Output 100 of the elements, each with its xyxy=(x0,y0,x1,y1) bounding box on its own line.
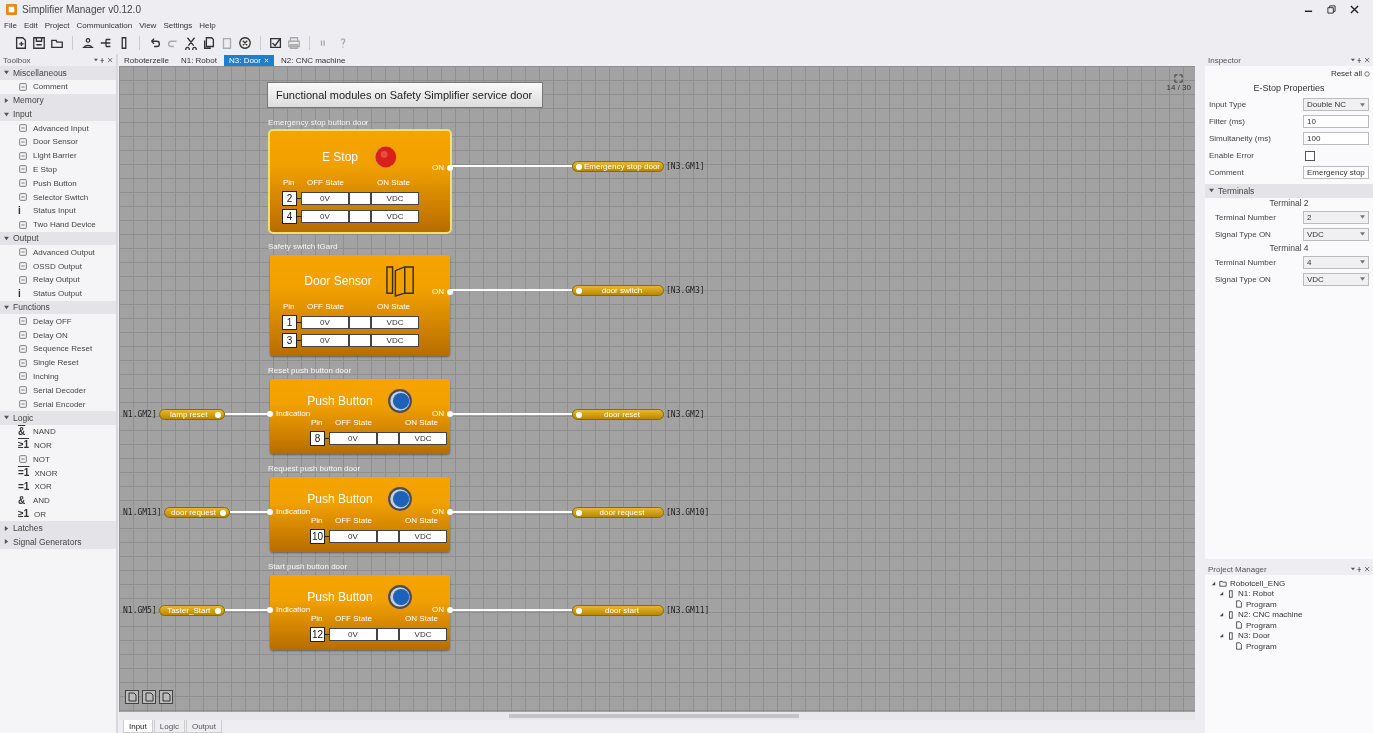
page-icon[interactable] xyxy=(142,690,156,704)
dropdown[interactable]: 4 xyxy=(1303,255,1369,269)
menu-item[interactable]: Edit xyxy=(23,20,38,30)
network-icon[interactable] xyxy=(99,36,113,50)
toolbox-group[interactable]: Latches xyxy=(0,521,116,536)
bottom-tab[interactable]: Output xyxy=(185,720,222,733)
toolbox-item[interactable]: ≥1 OR xyxy=(0,507,116,522)
toolbox-item[interactable]: & AND xyxy=(0,493,116,508)
input-field[interactable]: 100 xyxy=(1303,132,1369,145)
toolbox-item[interactable]: Door Sensor xyxy=(0,135,116,149)
toolbox-item[interactable]: =1 XNOR xyxy=(0,466,116,480)
menu-item[interactable]: Settings xyxy=(163,20,193,30)
delete-icon[interactable] xyxy=(238,36,252,50)
toolbox-item[interactable]: i Status Output xyxy=(0,286,116,301)
input-field[interactable]: 10 xyxy=(1303,115,1369,128)
toolbox-group[interactable]: Input xyxy=(0,107,116,122)
toolbox-item[interactable]: Advanced Output xyxy=(0,245,116,260)
toolbox-item[interactable]: NOT xyxy=(0,452,116,467)
menu-item[interactable]: File xyxy=(4,20,17,30)
toolbox-item[interactable]: & NAND xyxy=(0,424,116,439)
page-icon[interactable] xyxy=(159,690,173,704)
panel-controls-icon[interactable] xyxy=(93,56,113,64)
expand-arrow-icon[interactable] xyxy=(4,539,9,545)
function-module[interactable]: Push Button Indication ON Pin OFF State ON State 12 0V VDC xyxy=(270,575,450,650)
function-module[interactable]: Push Button Indication ON Pin OFF State ON State 8 0V VDC xyxy=(270,379,450,454)
panel-controls-icon[interactable] xyxy=(1350,56,1370,64)
function-module[interactable]: E Stop ON Pin OFF State ON State 2 0V VDC 4 0V VDC xyxy=(270,131,450,232)
checkbox[interactable] xyxy=(1305,150,1315,161)
toolbox-item[interactable]: Push Button xyxy=(0,176,116,191)
toolbox-group[interactable]: Output xyxy=(0,231,116,246)
expand-arrow-icon[interactable] xyxy=(4,525,9,531)
fit-view-icon[interactable] xyxy=(1174,74,1184,83)
toolbox-item[interactable]: Single Reset xyxy=(0,355,116,370)
expand-arrow-icon[interactable] xyxy=(1219,633,1224,639)
tree-item[interactable]: N3: Door xyxy=(1219,630,1367,641)
tree-item[interactable]: N2: CNC machine xyxy=(1219,609,1367,620)
toolbox-item[interactable]: =1 XOR xyxy=(0,479,116,494)
dropdown[interactable]: VDC xyxy=(1303,272,1369,286)
expand-arrow-icon[interactable] xyxy=(4,415,9,421)
page-icon[interactable] xyxy=(125,690,139,704)
close-tab-icon[interactable] xyxy=(263,57,269,63)
panel-controls-icon[interactable] xyxy=(1350,565,1370,573)
menu-item[interactable]: View xyxy=(139,20,157,30)
tree-item[interactable]: N1: Robot xyxy=(1219,588,1367,599)
expand-arrow-icon[interactable] xyxy=(4,111,9,117)
tree-item[interactable]: Robotcell_ENG xyxy=(1211,578,1367,589)
toolbox-group[interactable]: Functions xyxy=(0,300,116,315)
reset-all-link[interactable]: Reset all xyxy=(1330,69,1362,78)
document-tab[interactable]: N1: Robot xyxy=(175,54,222,66)
tree-item[interactable]: Program xyxy=(1235,620,1367,631)
toolbox-item[interactable]: Advanced Input xyxy=(0,121,116,135)
toolbox-item[interactable]: Light Barrier xyxy=(0,148,116,163)
toolbox-item[interactable]: i Status Input xyxy=(0,203,116,218)
toolbox-item[interactable]: Serial Decoder xyxy=(0,383,116,398)
toolbox-item[interactable]: E Stop xyxy=(0,162,116,177)
cut-icon[interactable] xyxy=(184,36,198,50)
dropdown[interactable]: Double NC xyxy=(1303,98,1369,111)
expand-arrow-icon[interactable] xyxy=(4,304,9,310)
undo-icon[interactable] xyxy=(148,36,162,50)
menu-item[interactable]: Project xyxy=(44,20,70,30)
copy-icon[interactable] xyxy=(202,36,216,50)
person-icon[interactable] xyxy=(81,36,95,50)
expand-arrow-icon[interactable] xyxy=(4,98,9,103)
toolbox-item[interactable]: OSSD Output xyxy=(0,259,116,273)
expand-arrow-icon[interactable] xyxy=(1219,612,1224,618)
function-module[interactable]: Push Button Indication ON Pin OFF State ON State 10 0V VDC xyxy=(270,477,450,552)
document-tab[interactable]: N3: Door xyxy=(223,54,274,66)
tree-item[interactable]: Program xyxy=(1235,599,1367,610)
close-icon[interactable] xyxy=(1350,4,1359,14)
toolbox-item[interactable]: Selector Switch xyxy=(0,190,116,204)
toolbox-group[interactable]: Signal Generators xyxy=(0,535,116,549)
input-field[interactable]: Emergency stop xyxy=(1303,166,1369,179)
expand-arrow-icon[interactable] xyxy=(4,235,9,241)
expand-arrow-icon[interactable] xyxy=(1209,188,1214,194)
document-tab[interactable]: Roboterzelle xyxy=(119,54,174,66)
bottom-tab[interactable]: Logic xyxy=(153,720,185,733)
restore-icon[interactable] xyxy=(1327,4,1336,14)
checkbox-icon[interactable] xyxy=(269,36,283,50)
document-tab[interactable]: N2: CNC machine xyxy=(275,54,351,66)
toolbox-item[interactable]: Serial Encoder xyxy=(0,397,116,411)
toolbox-item[interactable]: Comment xyxy=(0,79,116,94)
toolbox-item[interactable]: Relay Output xyxy=(0,272,116,287)
expand-arrow-icon[interactable] xyxy=(4,70,9,76)
dropdown[interactable]: 2 xyxy=(1303,210,1369,224)
toolbox-item[interactable]: Sequence Reset xyxy=(0,341,116,356)
function-module[interactable]: Door Sensor ON Pin OFF State ON State 1 0V VDC 3 0V VDC xyxy=(270,255,450,356)
save-icon[interactable] xyxy=(32,36,46,50)
horizontal-scrollbar[interactable] xyxy=(119,712,1195,720)
toolbox-group[interactable]: Logic xyxy=(0,410,116,425)
tree-item[interactable]: Program xyxy=(1235,641,1367,652)
toolbox-item[interactable]: Delay OFF xyxy=(0,314,116,329)
dropdown[interactable]: VDC xyxy=(1303,227,1369,241)
menu-item[interactable]: Communication xyxy=(76,20,133,30)
menu-item[interactable]: Help xyxy=(199,20,216,30)
toolbox-item[interactable]: ≥1 NOR xyxy=(0,438,116,453)
toolbox-item[interactable]: Delay ON xyxy=(0,328,116,342)
reset-icon[interactable] xyxy=(1364,70,1370,77)
toolbox-item[interactable]: Two Hand Device xyxy=(0,217,116,232)
terminals-group[interactable]: Terminals xyxy=(1205,184,1373,198)
new-file-icon[interactable] xyxy=(14,36,28,50)
